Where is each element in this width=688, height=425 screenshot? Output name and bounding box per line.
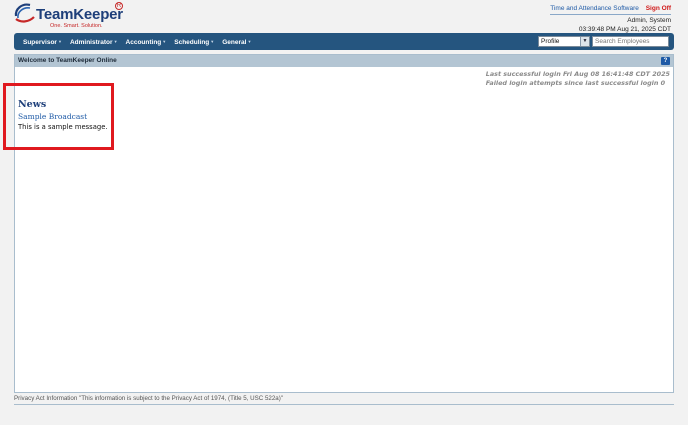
- nav-menu: Supervisor▼ Administrator▼ Accounting▼ S…: [23, 33, 259, 50]
- footer-divider: [14, 404, 674, 405]
- page: TeamKeeper R One. Smart. Solution. Time …: [0, 0, 688, 425]
- logo-swoosh-icon: [14, 3, 35, 23]
- nav-item-supervisor[interactable]: Supervisor▼: [23, 33, 62, 50]
- nav-item-administrator[interactable]: Administrator▼: [70, 33, 118, 50]
- nav-item-label: Scheduling: [174, 39, 210, 46]
- current-user: Admin, System: [627, 17, 671, 24]
- nav-item-scheduling[interactable]: Scheduling▼: [174, 33, 214, 50]
- help-icon[interactable]: ?: [661, 57, 670, 65]
- header-links: Time and Attendance Software Sign Off: [550, 4, 671, 13]
- time-attendance-link[interactable]: Time and Attendance Software: [550, 5, 639, 12]
- employee-search-input[interactable]: Search Employees: [592, 36, 669, 47]
- dropdown-caret-icon: ▼: [162, 39, 167, 44]
- login-info: Last successful login Fri Aug 08 16:41:4…: [486, 70, 670, 87]
- annotation-highlight-box: [3, 83, 114, 150]
- header-divider: [550, 14, 671, 15]
- search-type-value: Profile: [541, 38, 560, 45]
- panel-title-bar: Welcome to TeamKeeper Online ?: [15, 55, 673, 67]
- last-login-text: Last successful login Fri Aug 08 16:41:4…: [485, 70, 670, 78]
- registered-mark: R: [115, 2, 123, 10]
- panel-title: Welcome to TeamKeeper Online: [18, 57, 117, 64]
- dropdown-caret-icon: ▼: [247, 39, 252, 44]
- header: TeamKeeper R One. Smart. Solution. Time …: [0, 0, 688, 34]
- nav-item-general[interactable]: General▼: [222, 33, 251, 50]
- nav-item-label: Supervisor: [23, 39, 57, 46]
- sign-off-link[interactable]: Sign Off: [646, 5, 671, 12]
- nav-item-label: Accounting: [125, 39, 162, 46]
- dropdown-caret-icon: ▼: [210, 39, 215, 44]
- privacy-notice: Privacy Act Information "This informatio…: [14, 395, 283, 402]
- nav-item-label: General: [222, 39, 247, 46]
- dropdown-caret-icon: ▼: [57, 39, 62, 44]
- dropdown-caret-icon: ▼: [113, 39, 118, 44]
- chevron-down-icon[interactable]: ▼: [580, 37, 589, 46]
- header-user-info: Time and Attendance Software Sign Off Ad…: [550, 4, 671, 34]
- brand-tagline: One. Smart. Solution.: [50, 23, 103, 29]
- failed-attempts-text: Failed login attempts since last success…: [485, 78, 666, 87]
- teamkeeper-logo[interactable]: TeamKeeper R One. Smart. Solution.: [13, 2, 133, 30]
- nav-item-label: Administrator: [69, 39, 113, 46]
- main-nav-bar: Supervisor▼ Administrator▼ Accounting▼ S…: [14, 33, 674, 50]
- brand-name: TeamKeeper: [36, 6, 123, 23]
- search-type-select[interactable]: Profile ▼: [538, 36, 590, 47]
- nav-item-accounting[interactable]: Accounting▼: [126, 33, 167, 50]
